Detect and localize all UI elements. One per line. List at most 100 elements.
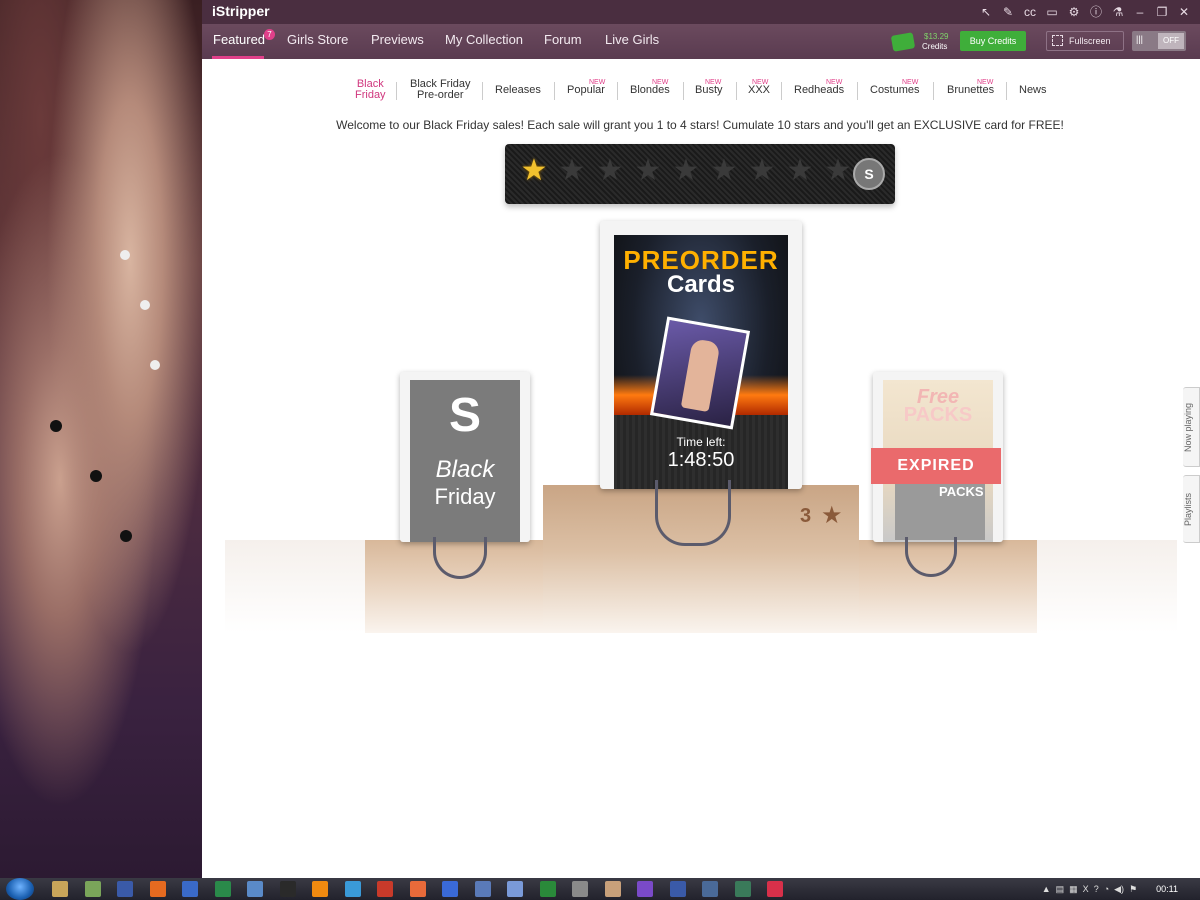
divider bbox=[683, 82, 684, 100]
free-packs-card[interactable]: Free PACKS PACKS EXPIRED bbox=[871, 372, 1003, 542]
divider bbox=[781, 82, 782, 100]
cat-busty[interactable]: NEW Busty bbox=[695, 79, 723, 96]
money-icon bbox=[890, 32, 916, 52]
new-badge: NEW bbox=[977, 79, 994, 86]
star-reward-count: 3 bbox=[800, 505, 812, 527]
active-tab-indicator bbox=[212, 56, 264, 59]
explorer-icon[interactable] bbox=[52, 881, 68, 897]
new-badge: NEW bbox=[652, 79, 669, 86]
monitor-icon[interactable]: ▭ bbox=[1044, 4, 1060, 20]
divider bbox=[857, 82, 858, 100]
cat-news[interactable]: News bbox=[1019, 85, 1047, 96]
tab-live-girls[interactable]: Live Girls bbox=[605, 32, 659, 47]
pointer-icon[interactable]: ↖ bbox=[978, 4, 994, 20]
star-icon: ★ bbox=[596, 154, 624, 187]
buy-credits-button[interactable]: Buy Credits bbox=[960, 31, 1026, 51]
playlists-tab[interactable]: Playlists bbox=[1183, 475, 1200, 543]
viewer-icon[interactable] bbox=[247, 881, 263, 897]
cursor-icon[interactable]: ✎ bbox=[1000, 4, 1016, 20]
cat-costumes[interactable]: NEW Costumes bbox=[870, 79, 920, 96]
istripper-logo: S bbox=[448, 389, 481, 442]
filezilla-icon[interactable] bbox=[377, 881, 393, 897]
model-figure bbox=[680, 338, 721, 413]
time-left-label: Time left: bbox=[676, 435, 726, 449]
tab-previews[interactable]: Previews bbox=[371, 32, 424, 47]
settings-icon[interactable]: ⚙ bbox=[1066, 4, 1082, 20]
remote-icon[interactable] bbox=[702, 881, 718, 897]
new-badge: NEW bbox=[589, 79, 606, 86]
x-icon[interactable]: X bbox=[1083, 884, 1089, 894]
tab-forum[interactable]: Forum bbox=[544, 32, 582, 47]
promo-artwork bbox=[0, 0, 202, 878]
cat-popular[interactable]: NEW Popular bbox=[567, 79, 605, 96]
tool-icon[interactable] bbox=[409, 881, 426, 897]
new-badge: NEW bbox=[705, 79, 722, 86]
vlc-icon[interactable] bbox=[312, 881, 328, 897]
terminal-icon[interactable] bbox=[279, 881, 296, 897]
taskbar: ▲ ▤ ▦ X ? ◔ ◀) ⚑ 00:11 bbox=[0, 878, 1200, 900]
clock[interactable]: 00:11 bbox=[1156, 884, 1178, 894]
up-arrow-icon[interactable]: ▲ bbox=[1042, 884, 1051, 894]
star-icon: ★ bbox=[748, 154, 776, 187]
fullscreen-button[interactable]: Fullscreen bbox=[1046, 31, 1124, 51]
exclusive-card-icon[interactable]: S bbox=[853, 158, 885, 190]
cat-brunettes[interactable]: NEW Brunettes bbox=[947, 79, 994, 96]
save-icon[interactable] bbox=[117, 881, 133, 897]
close-icon[interactable]: ✕ bbox=[1176, 4, 1192, 20]
pen-icon[interactable] bbox=[442, 881, 458, 897]
doc-icon[interactable] bbox=[182, 881, 198, 897]
spreadsheet-icon[interactable] bbox=[214, 881, 231, 897]
network-icon[interactable]: ▦ bbox=[1069, 884, 1078, 895]
music-icon[interactable] bbox=[344, 881, 361, 897]
cat-redheads[interactable]: NEW Redheads bbox=[794, 79, 844, 96]
pearl-bead bbox=[120, 250, 130, 260]
divider bbox=[617, 82, 618, 100]
tab-my-collection[interactable]: My Collection bbox=[445, 32, 523, 47]
card-title: PACKS bbox=[903, 404, 973, 426]
cat-releases[interactable]: Releases bbox=[495, 85, 541, 96]
flag-icon[interactable]: ⚑ bbox=[1129, 884, 1137, 895]
app-title: iStripper bbox=[212, 3, 270, 19]
file-icon[interactable]: ▤ bbox=[1056, 884, 1065, 895]
info-icon[interactable]: ⓘ bbox=[1088, 4, 1104, 20]
printer-icon[interactable] bbox=[572, 881, 588, 897]
now-playing-tab[interactable]: Now playing bbox=[1183, 387, 1200, 467]
mode-toggle[interactable]: ||| OFF bbox=[1132, 31, 1186, 51]
istripper-icon[interactable] bbox=[767, 881, 783, 897]
system-tray: ▲ ▤ ▦ X ? ◔ ◀) ⚑ 00:11 bbox=[1042, 878, 1194, 900]
notepad-icon[interactable] bbox=[84, 881, 101, 897]
new-badge: NEW bbox=[826, 79, 843, 86]
pearl-bead bbox=[140, 300, 150, 310]
window2-icon[interactable] bbox=[507, 881, 523, 897]
divider bbox=[396, 82, 397, 100]
restore-icon[interactable]: ❐ bbox=[1154, 4, 1170, 20]
cat-black-friday-preorder[interactable]: Black Friday Pre-order bbox=[410, 79, 471, 101]
cc-icon[interactable]: cc bbox=[1022, 4, 1038, 20]
divider bbox=[482, 82, 483, 100]
flask-icon[interactable]: ⚗ bbox=[1110, 4, 1126, 20]
cat-blondes[interactable]: NEW Blondes bbox=[630, 79, 670, 96]
preorder-card[interactable]: PREORDER Cards Time left: 1:48:50 bbox=[600, 221, 802, 489]
start-button[interactable] bbox=[6, 878, 34, 900]
minimize-icon[interactable]: – bbox=[1132, 4, 1148, 20]
hand-icon[interactable] bbox=[604, 881, 621, 897]
help-icon[interactable]: ? bbox=[1094, 884, 1099, 894]
visualstudio-icon[interactable] bbox=[637, 881, 653, 897]
divider bbox=[554, 82, 555, 100]
divider bbox=[933, 82, 934, 100]
star-icon: ★ bbox=[634, 154, 662, 187]
network-icon[interactable] bbox=[539, 881, 556, 897]
tab-featured[interactable]: Featured bbox=[213, 32, 265, 47]
wifi-icon[interactable]: ◔ bbox=[1104, 884, 1109, 894]
cat-black-friday[interactable]: Black Friday bbox=[355, 79, 386, 101]
black-friday-card[interactable]: S Black Friday bbox=[400, 372, 530, 542]
credits-display[interactable]: $13.29 Credits bbox=[890, 31, 952, 53]
volume-icon[interactable]: ◀) bbox=[1114, 884, 1124, 895]
window-icon[interactable] bbox=[474, 881, 491, 897]
firefox-icon[interactable] bbox=[149, 881, 166, 897]
media-icon[interactable] bbox=[734, 881, 751, 897]
tab-girls-store[interactable]: Girls Store bbox=[287, 32, 348, 47]
gear-icon[interactable] bbox=[669, 881, 686, 897]
sales-podium: S Black Friday Free PACKS PACKS EXPIRED … bbox=[225, 215, 1177, 635]
cat-xxx[interactable]: NEW XXX bbox=[748, 79, 770, 96]
